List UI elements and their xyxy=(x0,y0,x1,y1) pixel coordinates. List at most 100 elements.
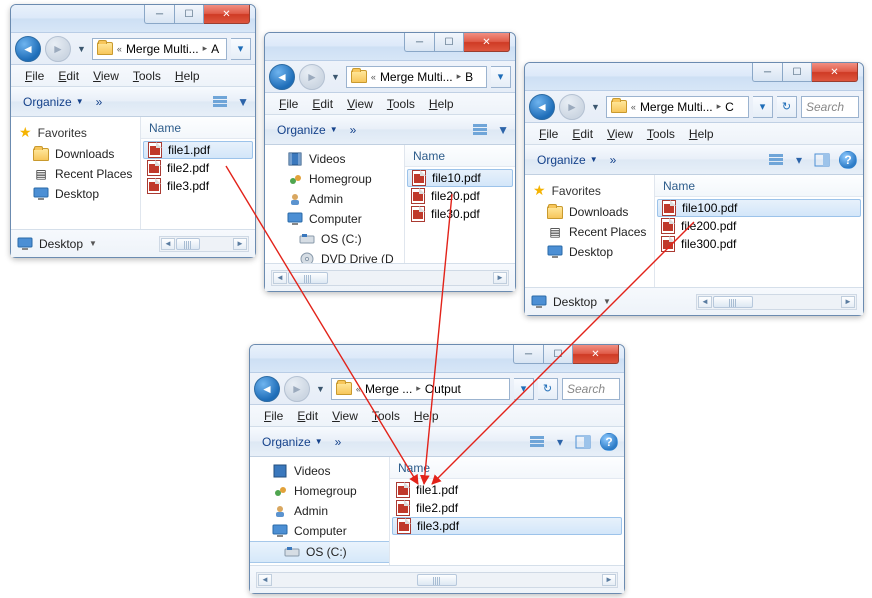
view-dropdown[interactable]: ▾ xyxy=(793,149,805,171)
minimize-button[interactable]: ─ xyxy=(752,63,782,82)
sidebar-item-homegroup[interactable]: Homegroup xyxy=(265,169,404,189)
breadcrumb-item[interactable]: Merge Multi... xyxy=(126,42,199,56)
maximize-button[interactable]: ☐ xyxy=(174,5,204,24)
preview-pane-button[interactable] xyxy=(570,431,596,453)
forward-button[interactable]: ► xyxy=(45,36,71,62)
address-dropdown[interactable]: ▾ xyxy=(491,66,511,88)
refresh-button[interactable]: ↻ xyxy=(777,96,797,118)
sidebar-item-downloads[interactable]: Downloads xyxy=(11,144,140,164)
menu-edit[interactable]: Edit xyxy=(566,125,599,143)
file-row[interactable]: file1.pdf xyxy=(143,141,253,159)
status-dropdown[interactable]: ▼ xyxy=(89,239,97,248)
minimize-button[interactable]: ─ xyxy=(513,345,543,364)
file-row[interactable]: file200.pdf xyxy=(655,217,863,235)
forward-button[interactable]: ► xyxy=(299,64,325,90)
scroll-right-button[interactable]: ► xyxy=(841,296,855,308)
sidebar-item-videos[interactable]: Videos xyxy=(250,461,389,481)
back-button[interactable]: ◄ xyxy=(15,36,41,62)
menu-help[interactable]: Help xyxy=(423,95,460,113)
toolbar-overflow[interactable]: » xyxy=(610,153,617,167)
address-bar[interactable]: « Merge ... ▸ Output xyxy=(331,378,510,400)
address-dropdown[interactable]: ▾ xyxy=(231,38,251,60)
view-mode-button[interactable] xyxy=(524,431,550,453)
sidebar-item-os-c[interactable]: OS (C:) xyxy=(265,229,404,249)
menu-tools[interactable]: Tools xyxy=(381,95,421,113)
sidebar-item-desktop[interactable]: Desktop xyxy=(11,184,140,204)
maximize-button[interactable]: ☐ xyxy=(543,345,573,364)
status-dropdown[interactable]: ▼ xyxy=(603,297,611,306)
search-input[interactable]: Search xyxy=(562,378,620,400)
menu-help[interactable]: Help xyxy=(408,407,445,425)
menu-edit[interactable]: Edit xyxy=(306,95,339,113)
titlebar[interactable]: ─ ☐ ✕ xyxy=(265,33,515,61)
sidebar-item-computer[interactable]: Computer xyxy=(265,209,404,229)
view-dropdown[interactable]: ▼ xyxy=(497,119,509,141)
scroll-right-button[interactable]: ► xyxy=(493,272,507,284)
sidebar-item-homegroup[interactable]: Homegroup xyxy=(250,481,389,501)
address-bar[interactable]: « Merge Multi... ▸ B xyxy=(346,66,487,88)
horizontal-scrollbar[interactable]: ◄ ► xyxy=(256,572,618,588)
toolbar-overflow[interactable]: » xyxy=(335,435,342,449)
scroll-thumb[interactable] xyxy=(417,574,457,586)
scroll-right-button[interactable]: ► xyxy=(233,238,247,250)
menu-tools[interactable]: Tools xyxy=(366,407,406,425)
menu-file[interactable]: File xyxy=(19,67,50,85)
sidebar-item-recent[interactable]: ▤Recent Places xyxy=(11,164,140,184)
scroll-thumb[interactable] xyxy=(288,272,328,284)
file-row[interactable]: file10.pdf xyxy=(407,169,513,187)
sidebar-item-recent[interactable]: ▤Recent Places xyxy=(525,222,654,242)
sidebar-item-admin[interactable]: Admin xyxy=(265,189,404,209)
file-row[interactable]: file300.pdf xyxy=(655,235,863,253)
organize-button[interactable]: Organize xyxy=(531,149,604,171)
history-dropdown[interactable]: ▼ xyxy=(589,102,602,112)
view-mode-button[interactable] xyxy=(207,91,233,113)
scroll-left-button[interactable]: ◄ xyxy=(273,272,287,284)
titlebar[interactable]: ─ ☐ ✕ xyxy=(11,5,255,33)
column-header-name[interactable]: Name xyxy=(405,145,515,167)
address-bar[interactable]: « Merge Multi... ▸ A xyxy=(92,38,227,60)
menu-help[interactable]: Help xyxy=(683,125,720,143)
history-dropdown[interactable]: ▼ xyxy=(314,384,327,394)
back-button[interactable]: ◄ xyxy=(529,94,555,120)
breadcrumb-item[interactable]: Merge Multi... xyxy=(640,100,713,114)
column-header-name[interactable]: Name xyxy=(390,457,624,479)
breadcrumb-item[interactable]: Merge ... xyxy=(365,382,412,396)
file-row[interactable]: file3.pdf xyxy=(392,517,622,535)
preview-pane-button[interactable] xyxy=(809,149,835,171)
favorites-section[interactable]: ★Favorites xyxy=(11,121,140,144)
menu-edit[interactable]: Edit xyxy=(52,67,85,85)
file-row[interactable]: file100.pdf xyxy=(657,199,861,217)
sidebar-item-os-c[interactable]: OS (C:) xyxy=(250,541,389,563)
back-button[interactable]: ◄ xyxy=(269,64,295,90)
scroll-left-button[interactable]: ◄ xyxy=(258,574,272,586)
file-row[interactable]: file3.pdf xyxy=(141,177,255,195)
sidebar-item-downloads[interactable]: Downloads xyxy=(525,202,654,222)
titlebar[interactable]: ─ ☐ ✕ xyxy=(525,63,863,91)
horizontal-scrollbar[interactable]: ◄ ► xyxy=(159,236,249,252)
menu-file[interactable]: File xyxy=(273,95,304,113)
horizontal-scrollbar[interactable]: ◄ ► xyxy=(696,294,857,310)
minimize-button[interactable]: ─ xyxy=(404,33,434,52)
favorites-section[interactable]: ★Favorites xyxy=(525,179,654,202)
file-row[interactable]: file1.pdf xyxy=(390,481,624,499)
breadcrumb-item[interactable]: Output xyxy=(425,382,461,396)
menu-view[interactable]: View xyxy=(601,125,639,143)
column-header-name[interactable]: Name xyxy=(141,117,255,139)
breadcrumb-item[interactable]: A xyxy=(211,42,219,56)
minimize-button[interactable]: ─ xyxy=(144,5,174,24)
toolbar-overflow[interactable]: » xyxy=(96,95,103,109)
close-button[interactable]: ✕ xyxy=(204,5,250,24)
scroll-thumb[interactable] xyxy=(176,238,200,250)
menu-view[interactable]: View xyxy=(326,407,364,425)
back-button[interactable]: ◄ xyxy=(254,376,280,402)
close-button[interactable]: ✕ xyxy=(464,33,510,52)
horizontal-scrollbar[interactable]: ◄ ► xyxy=(271,270,509,286)
menu-view[interactable]: View xyxy=(341,95,379,113)
close-button[interactable]: ✕ xyxy=(812,63,858,82)
refresh-button[interactable]: ↻ xyxy=(538,378,558,400)
maximize-button[interactable]: ☐ xyxy=(434,33,464,52)
breadcrumb-item[interactable]: Merge Multi... xyxy=(380,70,453,84)
breadcrumb-item[interactable]: C xyxy=(725,100,734,114)
toolbar-overflow[interactable]: » xyxy=(350,123,357,137)
breadcrumb-item[interactable]: B xyxy=(465,70,473,84)
